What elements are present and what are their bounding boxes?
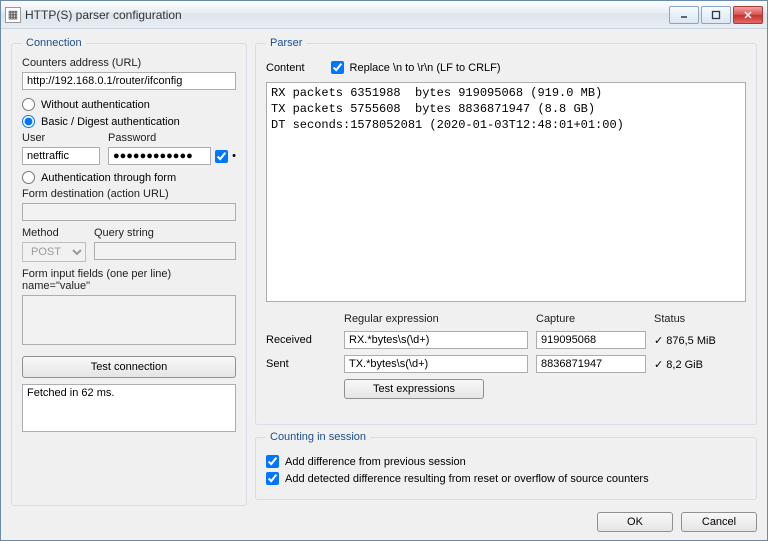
show-password-checkbox[interactable] <box>215 150 228 163</box>
titlebar: ▦ HTTP(S) parser configuration <box>1 1 767 29</box>
window-controls <box>669 6 763 24</box>
parser-legend: Parser <box>266 37 306 49</box>
content-label: Content <box>266 62 305 74</box>
auth-form-label: Authentication through form <box>41 172 176 184</box>
close-button[interactable] <box>733 6 763 24</box>
footer-buttons: OK Cancel <box>11 506 757 532</box>
form-fields-textarea <box>22 295 236 345</box>
form-dest-label: Form destination (action URL) <box>22 188 236 200</box>
form-fields-label: Form input fields (one per line) name="v… <box>22 268 236 292</box>
auth-form-radio[interactable] <box>22 171 35 184</box>
connection-status-textarea[interactable]: Fetched in 62 ms. <box>22 384 236 432</box>
query-label: Query string <box>94 227 236 239</box>
add-diff-checkbox[interactable] <box>266 455 279 468</box>
auth-none-radio[interactable] <box>22 98 35 111</box>
form-dest-input <box>22 203 236 221</box>
url-label: Counters address (URL) <box>22 57 236 69</box>
url-input[interactable] <box>22 72 236 90</box>
user-label: User <box>22 132 100 144</box>
test-expressions-button[interactable]: Test expressions <box>344 379 484 399</box>
add-overflow-label: Add detected difference resulting from r… <box>285 473 649 485</box>
app-icon: ▦ <box>5 7 21 23</box>
auth-basic-radio[interactable] <box>22 115 35 128</box>
add-diff-label: Add difference from previous session <box>285 456 466 468</box>
connection-legend: Connection <box>22 37 86 49</box>
sent-regex-input[interactable] <box>344 355 528 373</box>
connection-group: Connection Counters address (URL) Withou… <box>11 37 247 506</box>
test-connection-button[interactable]: Test connection <box>22 356 236 378</box>
status-header: Status <box>654 313 746 325</box>
method-select: POST <box>22 242 86 262</box>
sent-status: ✓ 8,2 GiB <box>654 358 746 371</box>
parser-table: Regular expression Capture Status Receiv… <box>266 313 746 399</box>
replace-crlf-checkbox[interactable] <box>331 61 344 74</box>
received-label: Received <box>266 334 336 346</box>
replace-crlf-label: Replace \n to \r\n (LF to CRLF) <box>350 62 501 74</box>
auth-none-label: Without authentication <box>41 99 150 111</box>
sent-capture-output <box>536 355 646 373</box>
cancel-button[interactable]: Cancel <box>681 512 757 532</box>
window-title: HTTP(S) parser configuration <box>25 8 669 22</box>
regex-header: Regular expression <box>344 313 528 325</box>
received-regex-input[interactable] <box>344 331 528 349</box>
ok-button[interactable]: OK <box>597 512 673 532</box>
content-area: Connection Counters address (URL) Withou… <box>1 29 767 540</box>
add-overflow-checkbox[interactable] <box>266 472 279 485</box>
parser-group: Parser Content Replace \n to \r\n (LF to… <box>255 37 757 425</box>
received-capture-output <box>536 331 646 349</box>
capture-header: Capture <box>536 313 646 325</box>
received-status: ✓ 876,5 MiB <box>654 334 746 347</box>
password-input[interactable] <box>108 147 211 165</box>
auth-basic-label: Basic / Digest authentication <box>41 116 180 128</box>
password-bullet-icon: • <box>232 150 236 162</box>
user-input[interactable] <box>22 147 100 165</box>
query-input <box>94 242 236 260</box>
sent-label: Sent <box>266 358 336 370</box>
content-textarea[interactable]: RX packets 6351988 bytes 919095068 (919.… <box>266 82 746 302</box>
counting-group: Counting in session Add difference from … <box>255 431 757 500</box>
maximize-button[interactable] <box>701 6 731 24</box>
method-label: Method <box>22 227 86 239</box>
minimize-button[interactable] <box>669 6 699 24</box>
password-label: Password <box>108 132 236 144</box>
counting-legend: Counting in session <box>266 431 370 443</box>
dialog-window: ▦ HTTP(S) parser configuration Connectio… <box>0 0 768 541</box>
